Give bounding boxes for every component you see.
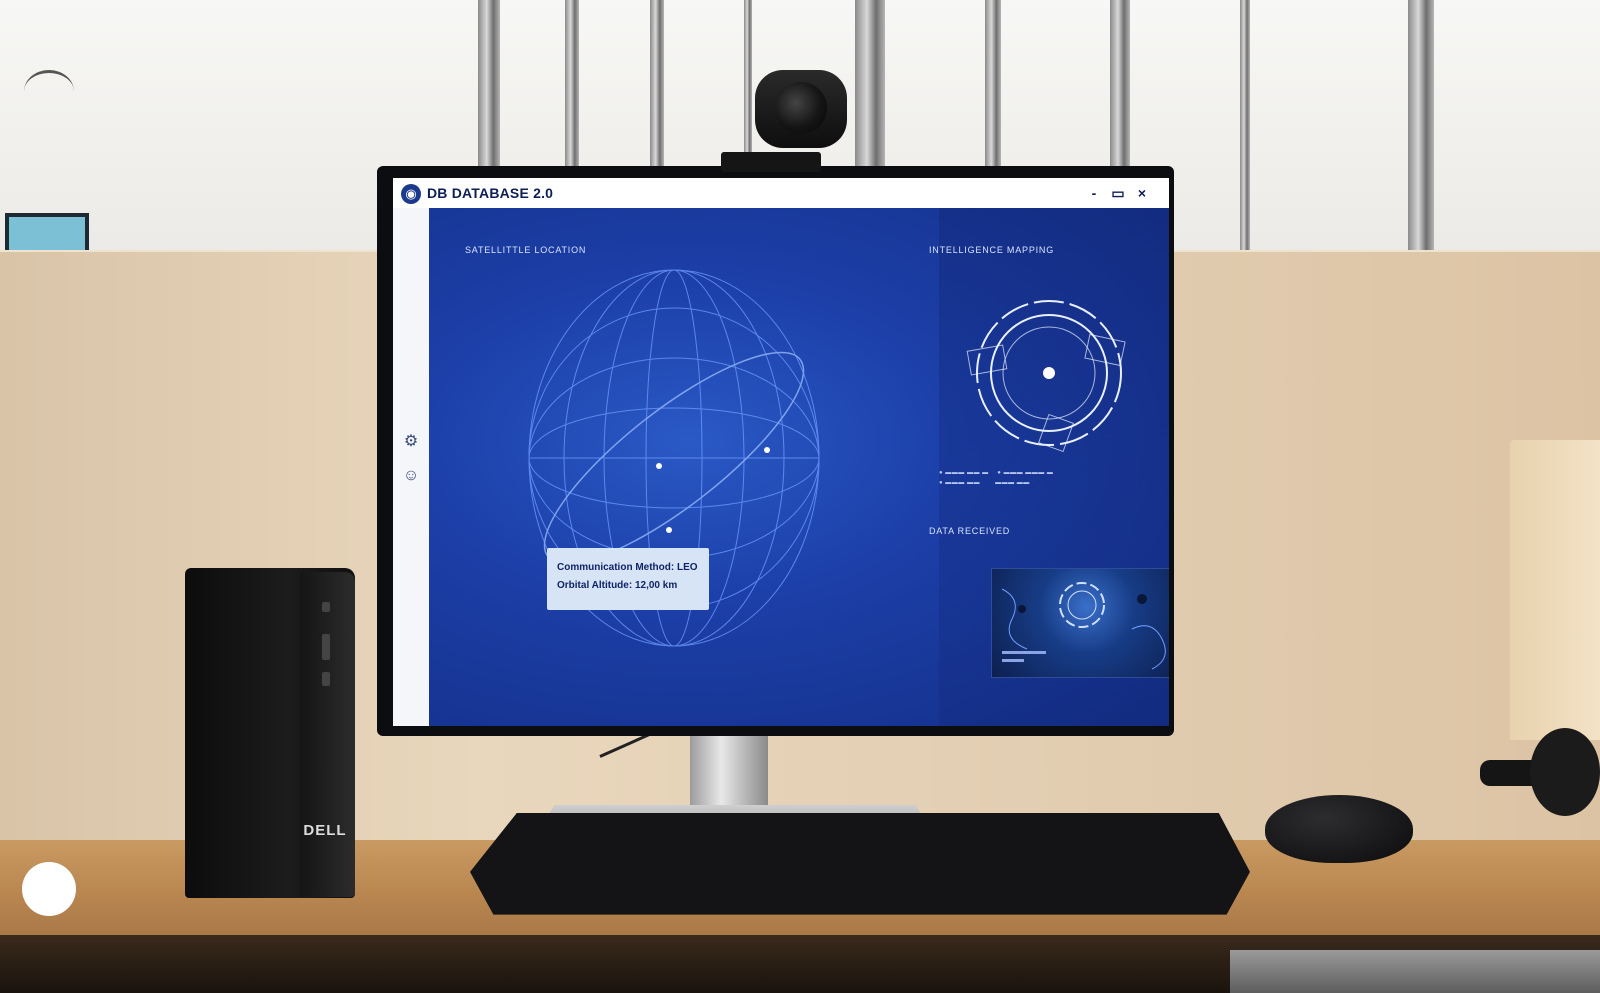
satellite-point bbox=[656, 463, 662, 469]
app-sidebar: ⚙ ☺ bbox=[393, 208, 429, 726]
desktop-tower-front bbox=[300, 572, 355, 897]
data-received-label: DATA RECEIVED bbox=[929, 526, 1011, 536]
user-icon[interactable]: ☺ bbox=[401, 466, 421, 486]
satellite-point bbox=[764, 447, 770, 453]
radar-legend: ● ▬▬▬ ▬▬ ▬ ● ▬▬▬ ▬▬▬ ▬ bbox=[939, 470, 1054, 476]
mouse bbox=[1265, 795, 1413, 863]
tower-brand-logo: DELL bbox=[303, 822, 347, 839]
monitor-screen: ◉ DB DATABASE 2.0 - ▭ × ⚙ ☺ SATELLITTLE … bbox=[393, 178, 1169, 726]
app-content: SATELLITTLE LOCATION INTELLIGENCE MAPPIN… bbox=[429, 208, 1169, 726]
usb-port bbox=[322, 634, 330, 660]
wall-fixture bbox=[24, 70, 74, 113]
maximize-button[interactable]: ▭ bbox=[1107, 183, 1129, 203]
app-title: DB DATABASE 2.0 bbox=[427, 185, 554, 201]
radar-legend: ● ▬▬▬ ▬▬ ▬▬▬ ▬▬ bbox=[939, 480, 1030, 486]
satellite-info-box: Communication Method: LEO Orbital Altitu… bbox=[547, 548, 709, 610]
satellite-location-label: SATELLITTLE LOCATION bbox=[465, 245, 587, 255]
orbital-altitude: Orbital Altitude: 12,00 km bbox=[557, 580, 678, 591]
data-received-image bbox=[991, 568, 1169, 678]
keyboard bbox=[470, 813, 1250, 915]
window-frame-pole bbox=[1240, 0, 1250, 250]
radar-center bbox=[1043, 367, 1055, 379]
headphones bbox=[1480, 728, 1600, 816]
webcam-lens bbox=[775, 82, 827, 134]
window-frame-pole bbox=[1408, 0, 1434, 250]
app-titlebar: ◉ DB DATABASE 2.0 - ▭ × bbox=[393, 178, 1169, 208]
satellite-point bbox=[666, 527, 672, 533]
intelligence-radar bbox=[966, 300, 1126, 453]
data-map-graphic bbox=[1001, 582, 1166, 670]
minimize-button[interactable]: - bbox=[1083, 183, 1105, 203]
settings-icon[interactable]: ⚙ bbox=[401, 432, 421, 452]
intelligence-mapping-label: INTELLIGENCE MAPPING bbox=[929, 245, 1055, 255]
usb-port bbox=[322, 672, 330, 686]
webcam-mount bbox=[721, 152, 821, 172]
globe-icon: ◉ bbox=[401, 184, 421, 204]
power-button bbox=[322, 602, 330, 612]
side-partition bbox=[1510, 440, 1600, 740]
desk-rail bbox=[1230, 950, 1600, 993]
close-button[interactable]: × bbox=[1131, 183, 1153, 203]
communication-method: Communication Method: LEO bbox=[557, 562, 698, 573]
overlay-dot bbox=[22, 862, 76, 916]
